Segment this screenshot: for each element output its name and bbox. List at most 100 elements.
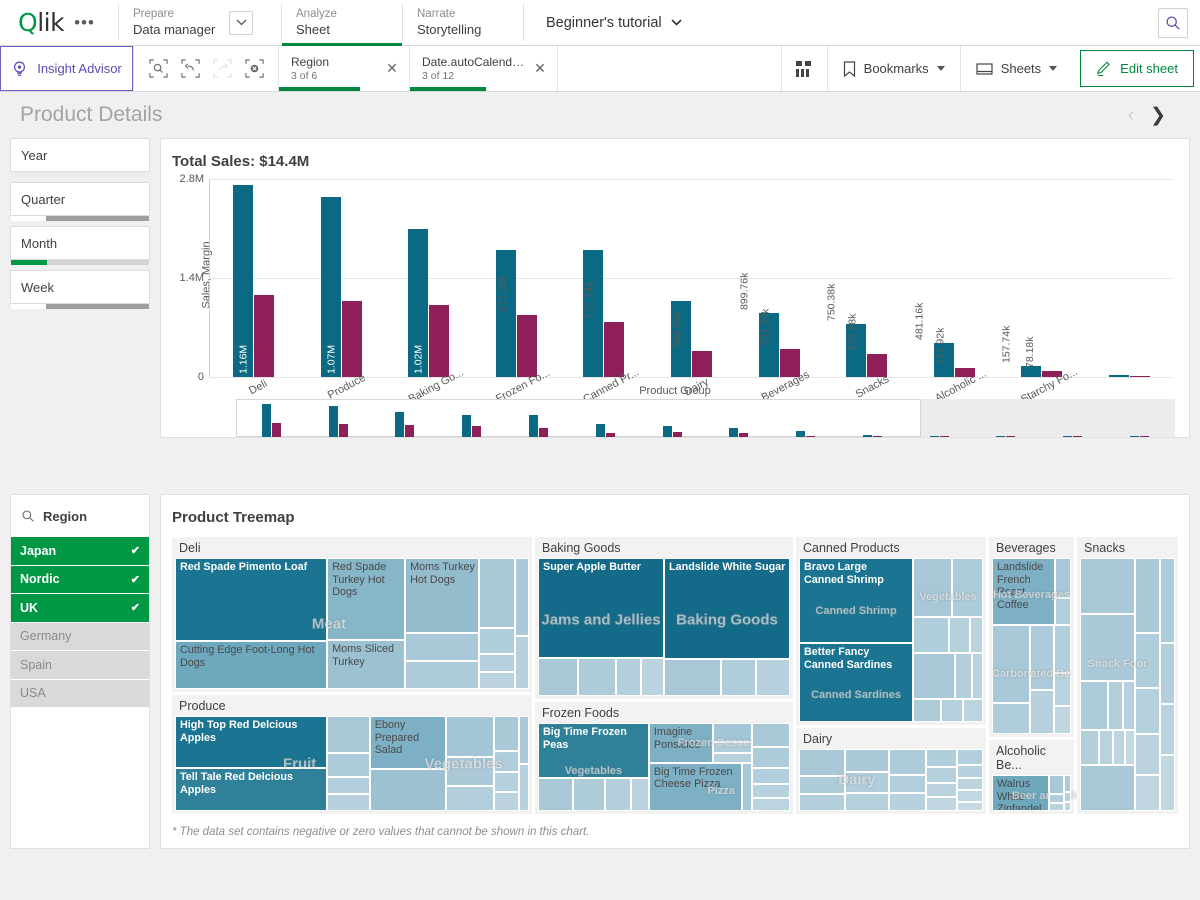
treemap-tile[interactable]: [1113, 729, 1126, 765]
treemap-tile[interactable]: [641, 657, 664, 696]
bar-sales[interactable]: [1108, 374, 1129, 377]
treemap-tile[interactable]: [799, 749, 845, 777]
treemap-tile[interactable]: [752, 746, 790, 768]
treemap-tile[interactable]: [957, 801, 983, 811]
bar-group[interactable]: 1.8M 871.35k Frozen Fo...: [473, 179, 561, 405]
bar-sales[interactable]: 1.8M: [482, 249, 516, 377]
ellipsis-icon[interactable]: •••: [74, 14, 95, 31]
treemap-tile[interactable]: [1159, 643, 1175, 705]
treemap-tile[interactable]: [1048, 775, 1064, 794]
bar-group[interactable]: 1.07M 364.85k Dairy: [648, 179, 736, 399]
treemap-tile[interactable]: [992, 702, 1030, 734]
treemap-tile[interactable]: Super Apple Butter: [538, 558, 664, 658]
treemap-tile[interactable]: [992, 624, 1030, 703]
filter-year[interactable]: Year: [10, 138, 150, 177]
treemap-tile[interactable]: [889, 793, 926, 811]
treemap-tile[interactable]: [712, 741, 753, 754]
treemap-tile[interactable]: [712, 723, 753, 742]
treemap-tile[interactable]: [405, 660, 480, 689]
treemap-tile[interactable]: Moms Turkey Hot Dogs: [405, 558, 480, 633]
region-item-germany[interactable]: Germany: [11, 622, 149, 651]
treemap-tile[interactable]: [963, 699, 983, 722]
nav-prepare-data-manager[interactable]: Prepare Data manager: [119, 0, 281, 45]
treemap-tile[interactable]: [326, 776, 370, 795]
insight-advisor-button[interactable]: Insight Advisor: [0, 46, 133, 91]
treemap-tile[interactable]: [1080, 680, 1108, 730]
treemap-group-canned[interactable]: Canned Products Bravo Large Canned Shrim…: [796, 537, 986, 725]
treemap-tile[interactable]: Imagine Ponsicles: [648, 723, 713, 763]
treemap-tile[interactable]: [1053, 706, 1071, 734]
treemap-group-produce[interactable]: Produce High Top Red Delcious Apples Tel…: [172, 695, 532, 814]
data-manager-dropdown-button[interactable]: [229, 10, 254, 35]
treemap-tile[interactable]: [913, 558, 952, 618]
treemap-tile[interactable]: [1053, 624, 1071, 674]
treemap-tile[interactable]: [616, 657, 642, 696]
treemap-tile[interactable]: [493, 751, 520, 773]
treemap-tile[interactable]: [741, 762, 753, 811]
bar-group[interactable]: 899.76k 391.39k Beverages: [735, 179, 823, 404]
treemap-tile[interactable]: [845, 772, 890, 793]
treemap-tile[interactable]: [799, 793, 845, 812]
treemap-tile[interactable]: Landslide French Roast Coffee: [992, 558, 1056, 625]
bar-margin[interactable]: 1.07M: [325, 301, 362, 377]
bar-group[interactable]: 481.16k 121.92k Alcoholic ...: [910, 179, 998, 405]
treemap-tile[interactable]: [479, 558, 515, 628]
treemap-tile[interactable]: [604, 778, 632, 811]
filter-quarter[interactable]: Quarter: [10, 182, 150, 221]
treemap-tile[interactable]: [326, 716, 370, 753]
treemap-tile[interactable]: [1135, 774, 1160, 811]
treemap-tile[interactable]: [1048, 803, 1064, 811]
treemap-tile[interactable]: [514, 636, 529, 689]
treemap-tile[interactable]: [925, 782, 958, 798]
treemap-tile[interactable]: [845, 792, 890, 811]
treemap-tile[interactable]: [712, 753, 753, 763]
region-search-row[interactable]: Region: [11, 495, 149, 537]
treemap-tile[interactable]: [755, 659, 790, 696]
bar-group[interactable]: 750.38k 325.38k Snacks: [823, 179, 911, 401]
treemap-tile[interactable]: [1029, 689, 1054, 734]
treemap-tile[interactable]: [1125, 729, 1136, 765]
treemap-tile[interactable]: [1063, 802, 1071, 811]
region-item-uk[interactable]: UK ✔: [11, 594, 149, 623]
selection-search-icon[interactable]: [144, 55, 172, 83]
treemap-tile[interactable]: [949, 617, 971, 654]
treemap-tile[interactable]: [957, 777, 983, 791]
treemap-tile[interactable]: [913, 653, 956, 700]
treemap-tile[interactable]: [573, 778, 605, 811]
treemap-group-dairy[interactable]: Dairy Dairy: [796, 728, 986, 814]
treemap-tile[interactable]: [752, 723, 790, 747]
treemap-tile[interactable]: [1135, 734, 1160, 775]
treemap-tile[interactable]: [1055, 558, 1071, 598]
treemap-tile[interactable]: [493, 772, 520, 792]
treemap-tile[interactable]: [957, 749, 983, 765]
treemap-tile[interactable]: [889, 749, 926, 775]
region-item-nordic[interactable]: Nordic ✔: [11, 565, 149, 594]
qlik-logo[interactable]: Qlik: [18, 8, 65, 37]
bar-group[interactable]: 2.09M 1.02M Baking Go...: [385, 179, 473, 406]
treemap-tile[interactable]: [913, 617, 950, 654]
treemap-tile[interactable]: [957, 764, 983, 778]
treemap-tile[interactable]: [1135, 558, 1160, 633]
filter-week[interactable]: Week: [10, 270, 150, 309]
treemap-tile[interactable]: Cutting Edge Foot-Long Hot Dogs: [175, 641, 328, 689]
selection-chip-date[interactable]: Date.autoCalendar.... 3 of 12 ✕: [410, 46, 558, 91]
edit-sheet-button[interactable]: Edit sheet: [1080, 50, 1194, 87]
treemap-tile[interactable]: [1080, 764, 1136, 811]
treemap-tile[interactable]: [1063, 792, 1071, 803]
treemap-tile[interactable]: [971, 653, 983, 700]
treemap-tile[interactable]: [1029, 624, 1054, 690]
treemap-tile[interactable]: [925, 797, 958, 811]
treemap-tile[interactable]: [1080, 614, 1136, 681]
treemap-tile[interactable]: [1135, 632, 1160, 689]
nav-narrate-storytelling[interactable]: Narrate Storytelling: [403, 0, 523, 45]
clear-selection-icon[interactable]: ✕: [381, 58, 403, 80]
treemap-group-baking[interactable]: Baking Goods Super Apple Butter Jams and…: [535, 537, 793, 699]
treemap-tile[interactable]: [1159, 558, 1175, 644]
treemap-tile[interactable]: [479, 627, 515, 655]
treemap-tile[interactable]: [578, 657, 617, 696]
search-icon[interactable]: [1158, 7, 1188, 38]
treemap-tile[interactable]: Red Spade Pimento Loaf: [175, 558, 328, 642]
bar-margin[interactable]: 871.35k: [496, 275, 537, 377]
treemap-tile[interactable]: [1048, 793, 1064, 803]
treemap-tile[interactable]: [925, 749, 958, 768]
